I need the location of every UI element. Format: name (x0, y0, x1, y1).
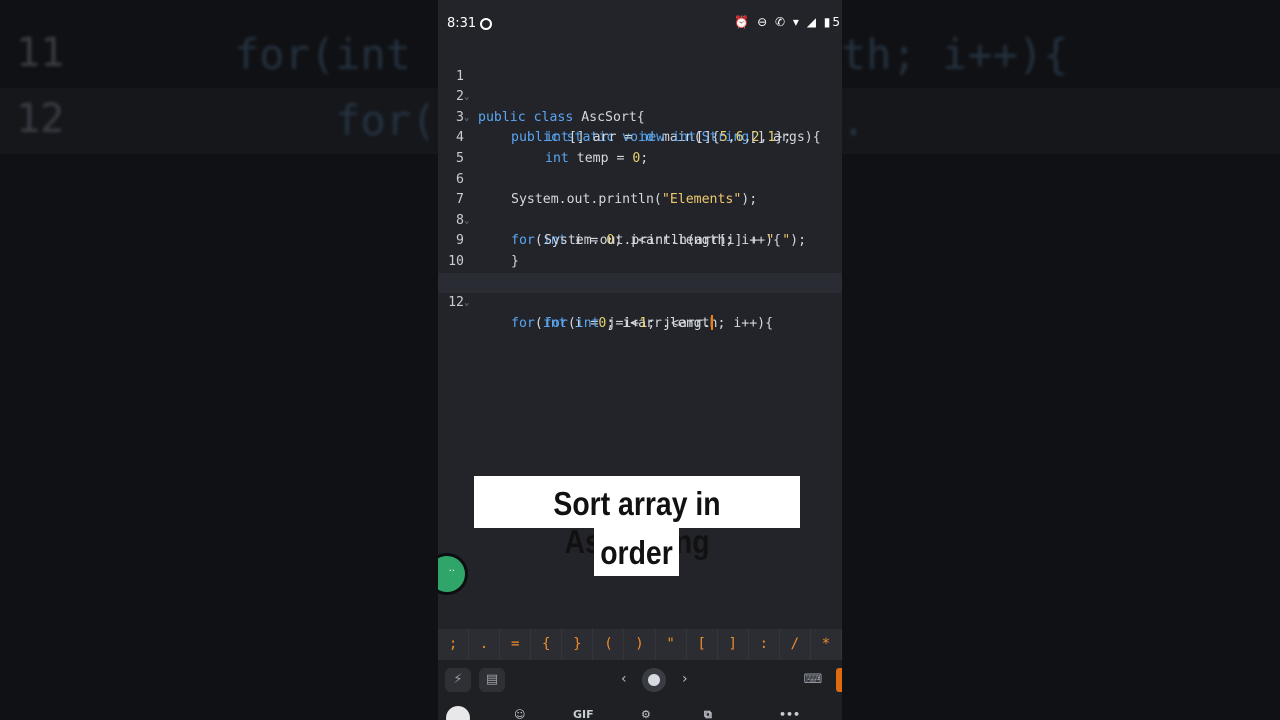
status-time: 8:31 (447, 16, 477, 31)
code-token: int (575, 315, 608, 331)
text-cursor (710, 315, 713, 331)
symbol-key[interactable]: [ (687, 629, 718, 660)
phone-screen: 8:31 ⏰ ⊖ ✆ ▾ ◢ ▮5 1 ⌄ public class AscSo… (438, 0, 842, 720)
code-line: 8 System.out.println(arr[i] + " "); (438, 190, 842, 249)
symbol-key[interactable]: ; (438, 629, 470, 660)
caption-box: Sort array in Ascending (474, 476, 800, 560)
code-line-current: 12 for(int j=i+1; j<arr. (438, 272, 842, 331)
fab-dots-icon: ·· (448, 566, 455, 577)
code-token: ; j<arr. (647, 315, 711, 331)
symbol-key[interactable]: = (500, 629, 532, 660)
code-token: for (511, 315, 535, 331)
clipboard-icon[interactable]: ▤ (479, 668, 505, 692)
symbol-key[interactable]: ( (593, 629, 625, 660)
background-line-number: 11 (16, 30, 65, 76)
code-line: 7 ⌄ for(int i = 0; i<arr.length; i++){ (438, 170, 842, 248)
symbol-key[interactable]: : (749, 629, 780, 660)
more-button[interactable]: ••• (779, 708, 800, 720)
side-tab[interactable] (836, 668, 842, 692)
code-line: 5 (438, 128, 842, 166)
code-editor[interactable]: 1 ⌄ public class AscSort{ 2 ⌄ public sta… (438, 46, 842, 331)
line-number: 12 (448, 295, 464, 311)
code-line: 1 ⌄ public class AscSort{ (438, 46, 842, 125)
symbol-key[interactable]: / (780, 629, 811, 660)
symbol-key[interactable]: ] (718, 629, 749, 660)
emoji-icon[interactable]: ☺ (514, 708, 525, 720)
symbol-bar: ; . = { } ( ) " [ ] : / * (438, 629, 842, 660)
floating-action-button[interactable]: ·· (438, 553, 468, 595)
keyboard-icon[interactable]: ⌨ (800, 668, 826, 692)
caption-line-2: order (600, 534, 673, 571)
gif-button[interactable]: GIF (573, 708, 594, 720)
code-token: ( (567, 315, 576, 331)
cursor-left-button[interactable]: ‹ (621, 671, 627, 687)
code-token: j=i+ (607, 315, 640, 331)
code-line: 6 System.out.println("Elements"); (438, 149, 842, 208)
keyboard-suggestion-bar: ☺ GIF ⚙ ⧉ ••• (438, 700, 842, 720)
code-text: for(int j=i+1; j<arr. (544, 314, 713, 335)
background-line-number: 12 (16, 96, 65, 142)
symbol-key[interactable]: . (469, 629, 501, 660)
code-token: for (544, 315, 568, 331)
symbol-key[interactable]: " (656, 629, 687, 660)
symbol-key[interactable]: } (562, 629, 594, 660)
settings-icon[interactable]: ⚙ (641, 708, 651, 720)
code-token: ( (534, 315, 543, 331)
code-line: 3 int[] arr = new int[]{5,6,2,1}; (438, 87, 842, 146)
code-line: 11 ⌄ for(int i =0; i<arr.length; i++){ (438, 252, 842, 331)
cursor-right-button[interactable]: › (682, 671, 688, 687)
status-bar: 8:31 ⏰ ⊖ ✆ ▾ ◢ ▮5 (438, 0, 842, 46)
keyboard-toolbar: ⚡ ▤ ‹ › ⌨ (438, 660, 842, 700)
code-line: 2 ⌄ public static void main(String[] arg… (438, 67, 842, 145)
translate-icon[interactable]: ⧉ (704, 708, 712, 720)
record-icon (480, 18, 492, 30)
symbol-key[interactable]: { (531, 629, 563, 660)
status-icons: ⏰ ⊖ ✆ ▾ ◢ ▮5 (734, 15, 842, 29)
cursor-control-button[interactable] (642, 668, 666, 692)
caption-box: order (594, 528, 679, 576)
code-line: 9 } (438, 211, 842, 269)
code-line: 10 (438, 231, 842, 269)
symbol-key[interactable]: * (811, 629, 842, 660)
code-line: 4 int temp = 0; (438, 108, 842, 166)
symbol-key[interactable]: ) (624, 629, 656, 660)
lightning-icon[interactable]: ⚡ (445, 668, 471, 692)
